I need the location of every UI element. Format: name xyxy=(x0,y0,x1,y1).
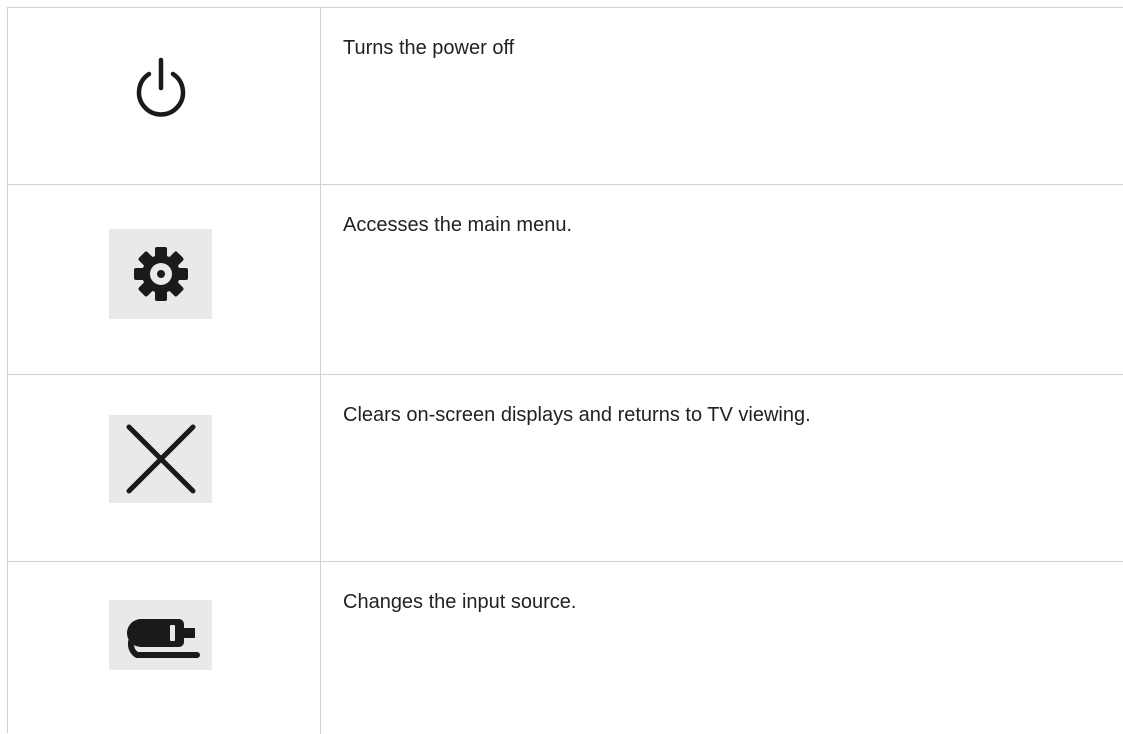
description-text: Clears on-screen displays and returns to… xyxy=(343,404,811,426)
description-cell: Changes the input source. xyxy=(321,562,1123,734)
description-cell: Accesses the main menu. xyxy=(321,185,1123,374)
gear-icon xyxy=(109,229,212,319)
power-icon xyxy=(109,42,212,132)
close-icon xyxy=(109,415,212,503)
table-row: Clears on-screen displays and returns to… xyxy=(8,375,1123,562)
table-row: Changes the input source. xyxy=(8,562,1123,734)
description-cell: Clears on-screen displays and returns to… xyxy=(321,375,1123,561)
table-row: Accesses the main menu. xyxy=(8,185,1123,375)
icon-cell xyxy=(8,375,321,561)
icon-cell xyxy=(8,8,321,184)
description-text: Turns the power off xyxy=(343,37,515,59)
description-text: Accesses the main menu. xyxy=(343,214,572,236)
icon-cell xyxy=(8,562,321,734)
input-source-icon xyxy=(109,600,212,670)
remote-buttons-table: Turns the power off Accesses the main me… xyxy=(7,7,1123,734)
description-cell: Turns the power off xyxy=(321,8,1123,184)
description-text: Changes the input source. xyxy=(343,591,577,613)
table-row: Turns the power off xyxy=(8,8,1123,185)
icon-cell xyxy=(8,185,321,374)
